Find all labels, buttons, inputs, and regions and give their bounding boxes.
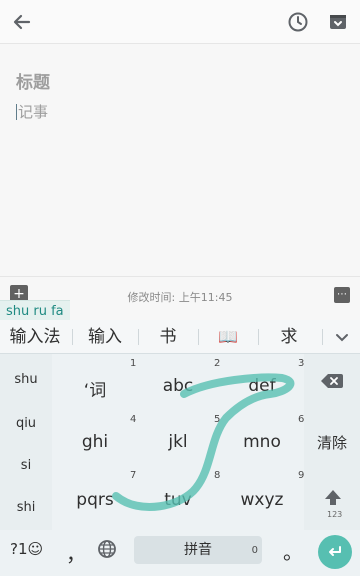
arrow-up-icon (325, 490, 341, 505)
space-label: 拼音 (184, 542, 212, 558)
key-7[interactable]: 7 pqrs (54, 468, 136, 528)
shift-button[interactable]: 123 (322, 488, 344, 524)
pinyin-suggestion[interactable]: shi (0, 500, 52, 515)
enter-button[interactable] (318, 535, 352, 569)
key-label: mno (243, 432, 281, 452)
chevron-down-icon (336, 334, 348, 342)
ime-keyboard: 输入法 输入 书 📖 求 shu qiu si shi 1 ‘词 2 abc 3… (0, 320, 360, 576)
pinyin-suggestion[interactable]: shu (0, 372, 52, 387)
candidate-4[interactable]: 📖 (200, 320, 256, 354)
symbols-key[interactable]: ?1☺ (10, 540, 43, 558)
divider (258, 329, 259, 345)
divider (322, 329, 323, 345)
key-label: ‘词 (83, 381, 107, 401)
archive-button[interactable] (324, 8, 352, 36)
key-label: pqrs (76, 490, 114, 510)
language-button[interactable] (96, 538, 118, 560)
key-3[interactable]: 3 def (220, 356, 304, 412)
keyboard-bottom-row: ?1☺ ， 拼音 0 。 (0, 530, 360, 576)
key-2[interactable]: 2 abc (136, 356, 221, 412)
divider (72, 329, 73, 345)
top-app-bar (0, 0, 360, 44)
space-number: 0 (251, 545, 258, 556)
archive-icon (330, 15, 346, 29)
back-button[interactable] (8, 8, 36, 36)
title-field[interactable]: 标题 (16, 68, 50, 93)
notes-editor-screen: 标题 记事 + 修改时间: 上午11:45 ⋯ shu ru fa 输入法 输入… (0, 0, 360, 576)
candidate-2[interactable]: 输入 (74, 320, 136, 354)
key-9[interactable]: 9 wxyz (220, 468, 305, 528)
globe-icon (98, 540, 116, 558)
backspace-icon (321, 374, 343, 388)
reminder-button[interactable] (284, 8, 312, 36)
comma-key[interactable]: ， (66, 538, 86, 567)
function-key-column: 清除 123 (304, 354, 360, 530)
expand-candidates-button[interactable] (332, 327, 352, 347)
clear-button[interactable]: 清除 (304, 432, 360, 453)
key-6[interactable]: 6 mno (220, 412, 304, 468)
note-body-field[interactable]: 记事 (16, 101, 48, 122)
key-label: ghi (81, 432, 109, 452)
key-label: def (248, 376, 276, 396)
text-caret (16, 104, 17, 120)
key-4[interactable]: 4 ghi (54, 412, 137, 468)
key-label: wxyz (240, 490, 284, 510)
period-key[interactable]: 。 (283, 536, 303, 565)
candidate-5[interactable]: 求 (260, 320, 318, 354)
shift-sublabel: 123 (327, 510, 343, 519)
space-key[interactable]: 拼音 0 (134, 536, 262, 564)
backspace-button[interactable] (320, 372, 344, 390)
key-1[interactable]: 1 ‘词 (54, 356, 137, 412)
clock-icon (288, 12, 308, 32)
more-box-icon[interactable]: ⋯ (334, 287, 350, 303)
enter-icon (329, 546, 341, 556)
note-placeholder: 记事 (18, 103, 49, 121)
pinyin-suggestion[interactable]: qiu (0, 416, 52, 431)
ime-composition-text: shu ru fa (0, 300, 70, 322)
arrow-left-icon (13, 14, 31, 30)
candidate-3[interactable]: 书 (140, 320, 196, 354)
key-label: abc (162, 376, 194, 396)
candidate-1[interactable]: 输入法 (0, 320, 70, 354)
key-label: jkl (168, 432, 188, 452)
divider (138, 329, 139, 345)
key-8[interactable]: 8 tuv (136, 468, 220, 528)
pinyin-suggestion-column: shu qiu si shi (0, 354, 52, 530)
key-5[interactable]: 5 jkl (136, 412, 220, 468)
divider (198, 329, 199, 345)
key-label: tuv (164, 490, 192, 510)
note-editor: 标题 记事 (0, 44, 360, 274)
candidate-bar: 输入法 输入 书 📖 求 (0, 320, 360, 354)
pinyin-suggestion[interactable]: si (0, 458, 52, 473)
